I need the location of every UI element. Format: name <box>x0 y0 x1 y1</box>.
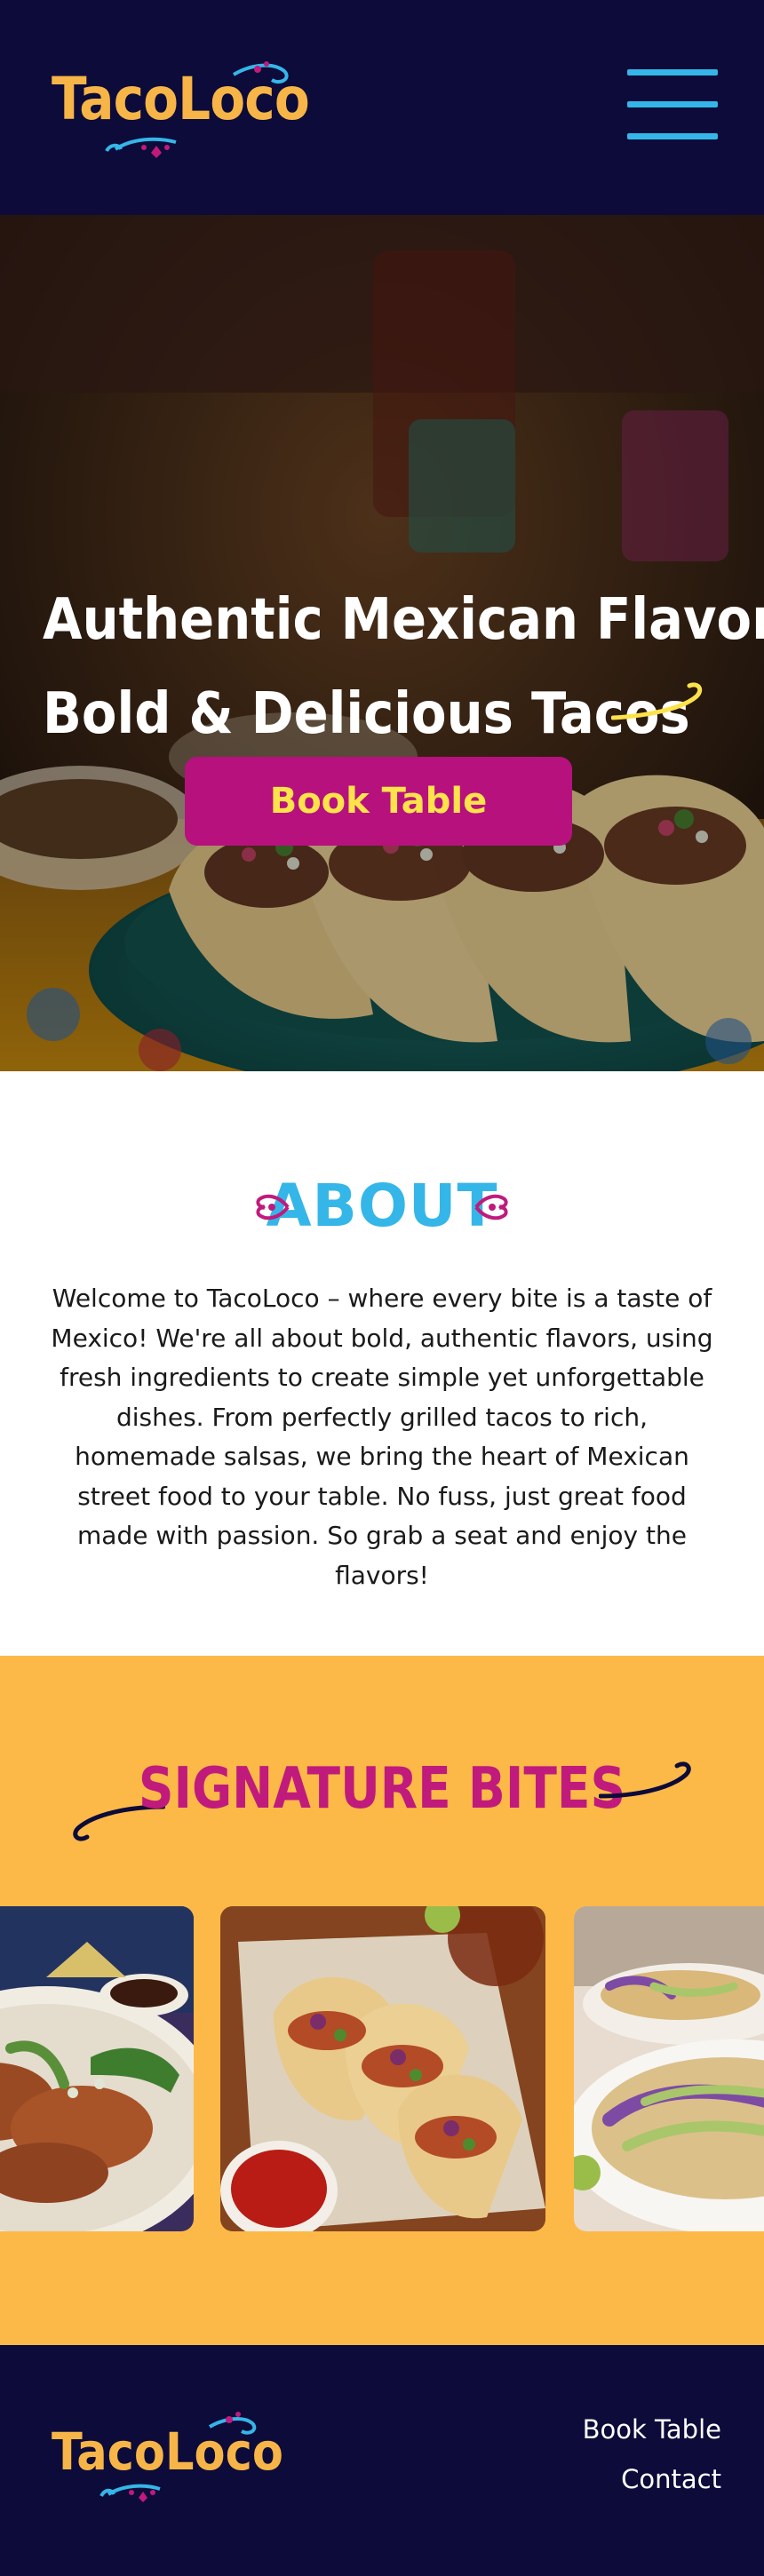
about-description: Welcome to TacoLoco – where every bite i… <box>51 1284 713 1590</box>
hero-section: Authentic Mexican Flavors Bold & Delicio… <box>0 215 764 1071</box>
dish-card-3[interactable] <box>574 1906 764 2231</box>
dish-image-3 <box>574 1906 764 2231</box>
about-heading-row: ABOUT <box>0 1162 764 1251</box>
hamburger-menu-icon[interactable] <box>627 69 718 140</box>
brand-logo[interactable]: TacoLoco <box>52 55 310 162</box>
swoosh-right-icon <box>599 1761 691 1799</box>
site-footer: TacoLoco Book Table Contact <box>0 2345 764 2576</box>
dish-image-1 <box>0 1906 194 2231</box>
hero-heading-line2: Bold & Delicious Tacos <box>43 681 690 747</box>
footer-link-contact[interactable]: Contact <box>621 2464 721 2494</box>
about-section: ABOUT Welcome to TacoLoco – where every … <box>0 1071 764 1656</box>
brand-logo-text: TacoLoco <box>52 65 310 133</box>
book-table-button[interactable]: Book Table <box>185 757 572 846</box>
dish-card-2[interactable] <box>220 1906 545 2231</box>
footer-brand-logo[interactable]: TacoLoco <box>52 2407 283 2505</box>
about-heading: ABOUT <box>266 1172 498 1240</box>
hero-heading-line1: Authentic Mexican Flavors <box>43 587 764 653</box>
signature-bites-section: SIGNATURE BITES <box>0 1656 764 2345</box>
site-header: TacoLoco <box>0 0 764 215</box>
flourish-right-icon <box>474 1194 508 1220</box>
dish-card-1[interactable] <box>0 1906 194 2231</box>
footer-link-book-table[interactable]: Book Table <box>583 2414 721 2445</box>
swoosh-icon <box>611 682 703 720</box>
dish-image-2 <box>220 1906 545 2231</box>
footer-brand-logo-text: TacoLoco <box>52 2421 283 2482</box>
flourish-left-icon <box>256 1194 290 1220</box>
